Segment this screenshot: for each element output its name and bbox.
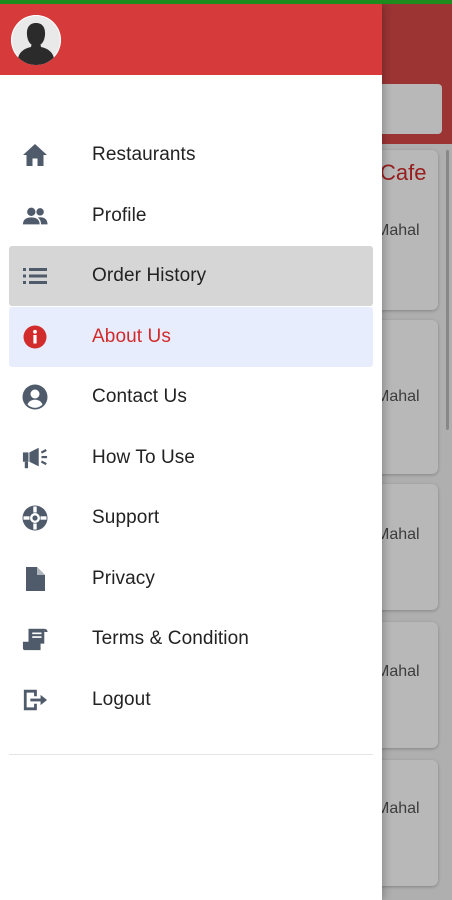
megaphone-icon xyxy=(22,445,48,471)
menu-item-how-to-use[interactable]: How To Use xyxy=(9,428,373,488)
menu-item-label: Privacy xyxy=(92,567,155,589)
menu-item-about-us[interactable]: About Us xyxy=(9,306,373,367)
menu-item-label: Order History xyxy=(92,265,207,286)
menu-item-logout[interactable]: Logout xyxy=(9,670,373,730)
avatar[interactable] xyxy=(11,15,61,65)
people-icon xyxy=(22,203,48,229)
file-icon xyxy=(22,566,48,592)
menu-item-label: How To Use xyxy=(92,446,196,468)
menu-item-label: Restaurants xyxy=(92,144,196,165)
drawer-menu: Restaurants Profile Order History About … xyxy=(0,125,382,730)
lifebuoy-icon xyxy=(22,505,48,531)
menu-item-label: Support xyxy=(92,507,160,528)
menu-item-terms[interactable]: Terms & Condition xyxy=(9,609,373,669)
menu-item-restaurants[interactable]: Restaurants xyxy=(9,125,373,185)
user-silhouette-icon xyxy=(11,15,61,65)
navigation-drawer: Restaurants Profile Order History About … xyxy=(0,4,382,900)
drawer-header xyxy=(0,4,382,75)
account-circle-icon xyxy=(22,384,48,410)
menu-item-label: Contact Us xyxy=(92,386,187,407)
menu-item-label: Logout xyxy=(92,688,151,710)
menu-item-support[interactable]: Support xyxy=(9,488,373,548)
home-icon xyxy=(22,142,48,168)
menu-item-privacy[interactable]: Privacy xyxy=(9,549,373,609)
receipt-icon xyxy=(22,626,48,652)
logout-icon xyxy=(22,687,48,713)
menu-item-label: About Us xyxy=(92,325,171,347)
menu-item-label: Profile xyxy=(92,204,147,226)
menu-item-label: Terms & Condition xyxy=(92,628,249,649)
menu-item-contact-us[interactable]: Contact Us xyxy=(9,367,373,427)
status-bar-line xyxy=(0,0,452,4)
list-icon xyxy=(22,263,48,289)
menu-item-profile[interactable]: Profile xyxy=(9,186,373,246)
info-icon xyxy=(22,324,48,350)
drawer-divider xyxy=(9,754,373,755)
menu-item-order-history[interactable]: Order History xyxy=(9,246,373,306)
